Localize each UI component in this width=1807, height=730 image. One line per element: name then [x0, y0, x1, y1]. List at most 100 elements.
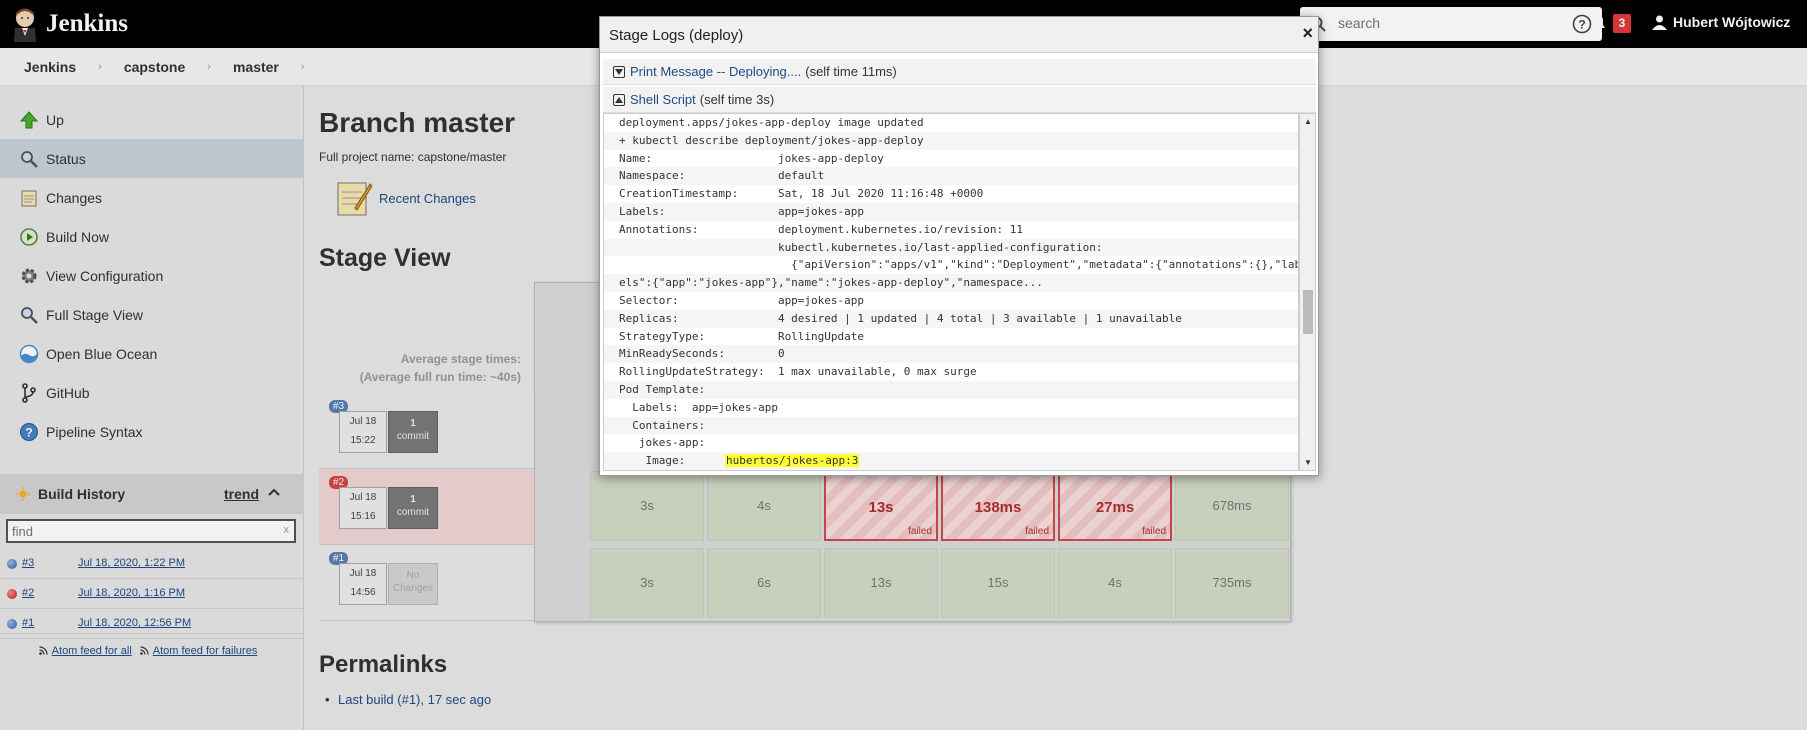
- build-date-link[interactable]: Jul 18, 2020, 1:22 PM: [78, 557, 185, 569]
- sidebar-item-label: Open Blue Ocean: [46, 345, 158, 362]
- gear-icon: [18, 265, 40, 287]
- log-step-print-message[interactable]: Print Message -- Deploying.... (self tim…: [603, 59, 1316, 85]
- stage-cell-failed[interactable]: 138ms failed: [941, 471, 1055, 541]
- log-line: Pod Template:: [604, 380, 1298, 399]
- search-icon: [18, 304, 40, 326]
- build-row-2: #2 Jul 18, 2020, 1:16 PM: [0, 579, 304, 609]
- chevron-right-icon[interactable]: ›: [301, 61, 305, 73]
- stage-cell-failed[interactable]: 27ms failed: [1058, 471, 1172, 541]
- sidebar-item-status[interactable]: Status: [0, 139, 303, 178]
- log-output[interactable]: deployment.apps/jokes-app-deploy image u…: [603, 113, 1299, 471]
- build-history-filter[interactable]: x: [6, 519, 296, 543]
- permalink-last-build[interactable]: Last build (#1), 17 sec ago: [325, 692, 491, 707]
- log-line: + kubectl describe deployment/jokes-app-…: [604, 131, 1298, 150]
- atom-feed-failures-link[interactable]: Atom feed for failures: [153, 645, 258, 657]
- collapse-icon[interactable]: [613, 93, 625, 106]
- stage-cell[interactable]: 3s: [590, 548, 704, 618]
- trend-link[interactable]: trend: [224, 486, 259, 502]
- jenkins-logo[interactable]: Jenkins: [12, 6, 128, 42]
- chevron-right-icon[interactable]: ›: [207, 61, 211, 73]
- sidebar-item-full-stage-view[interactable]: Full Stage View: [0, 295, 303, 334]
- sidebar-item-label: Changes: [46, 189, 103, 206]
- sidebar-item-open-blue-ocean[interactable]: Open Blue Ocean: [0, 334, 303, 373]
- highlighted-image-value: hubertos/jokes-app:3: [724, 454, 860, 468]
- sidebar-item-github[interactable]: GitHub: [0, 373, 303, 412]
- stage-cell[interactable]: 4s: [707, 471, 821, 541]
- search-icon: [18, 148, 40, 170]
- close-icon[interactable]: ×: [1302, 23, 1313, 44]
- run-row-2[interactable]: #2 Jul 18 15:16 1 commit: [319, 469, 534, 545]
- rss-icon: [139, 646, 149, 655]
- scroll-down-icon[interactable]: ▼: [1304, 458, 1312, 467]
- run-commits[interactable]: 1 commit: [388, 487, 438, 529]
- chevron-up-icon[interactable]: [268, 488, 280, 496]
- breadcrumb-jenkins[interactable]: Jenkins: [24, 59, 76, 75]
- help-icon[interactable]: ?: [1572, 14, 1592, 34]
- build-number-link[interactable]: #1: [22, 617, 34, 629]
- step-link[interactable]: Shell Script: [630, 92, 696, 107]
- build-number-link[interactable]: #3: [22, 557, 34, 569]
- stage-cell[interactable]: 6s: [707, 548, 821, 618]
- sidebar: Up Status Changes Build Now View Configu…: [0, 86, 304, 730]
- log-line: Annotations: deployment.kubernetes.io/re…: [619, 222, 1023, 236]
- step-link[interactable]: Print Message -- Deploying....: [630, 64, 801, 79]
- find-input[interactable]: [8, 521, 268, 542]
- log-scrollbar[interactable]: ▲ ▼: [1299, 113, 1316, 471]
- up-arrow-icon: [18, 109, 40, 131]
- stage-view-title: Stage View: [319, 244, 451, 272]
- run-commits[interactable]: No Changes: [388, 563, 438, 605]
- recent-changes-link[interactable]: Recent Changes: [379, 191, 476, 206]
- scroll-up-icon[interactable]: ▲: [1304, 117, 1312, 126]
- stage-cell[interactable]: 15s: [941, 548, 1055, 618]
- user-icon: [1652, 15, 1667, 30]
- build-row-3: #3 Jul 18, 2020, 1:22 PM: [0, 549, 304, 579]
- log-line: deployment.apps/jokes-app-deploy image u…: [619, 116, 924, 129]
- log-line: MinReadySeconds: 0: [604, 345, 1298, 364]
- full-project-name: Full project name: capstone/master: [319, 150, 507, 164]
- sidebar-item-label: Status: [46, 150, 86, 167]
- notepad-icon: [337, 182, 373, 216]
- blue-ocean-icon: [18, 343, 40, 365]
- sidebar-item-up[interactable]: Up: [0, 100, 303, 139]
- log-step-shell-script[interactable]: Shell Script (self time 3s): [603, 87, 1316, 113]
- scrollbar-thumb[interactable]: [1303, 290, 1313, 334]
- breadcrumb-capstone[interactable]: capstone: [124, 59, 185, 75]
- search-input[interactable]: [1338, 15, 1538, 31]
- expand-icon[interactable]: [613, 65, 625, 78]
- stage-cell-failed[interactable]: 13s failed: [824, 471, 938, 541]
- stage-cell[interactable]: 3s: [590, 471, 704, 541]
- run-date: Jul 18 14:56: [339, 563, 387, 605]
- bell-icon[interactable]: [1590, 14, 1606, 32]
- stage-cell[interactable]: 4s: [1058, 548, 1172, 618]
- build-date-link[interactable]: Jul 18, 2020, 12:56 PM: [78, 617, 191, 629]
- step-time: (self time 3s): [699, 92, 775, 107]
- stage-cell[interactable]: 13s: [824, 548, 938, 618]
- user-menu[interactable]: Hubert Wójtowicz: [1652, 14, 1790, 30]
- step-time: (self time 11ms): [805, 64, 897, 79]
- notification-badge[interactable]: 3: [1613, 14, 1631, 33]
- run-date: Jul 18 15:16: [339, 487, 387, 529]
- sidebar-item-build-now[interactable]: Build Now: [0, 217, 303, 256]
- sidebar-item-label: Up: [46, 111, 64, 128]
- breadcrumb-master[interactable]: master: [233, 59, 279, 75]
- atom-feed-all-link[interactable]: Atom feed for all: [52, 645, 132, 657]
- chevron-right-icon[interactable]: ›: [98, 61, 102, 73]
- search-box[interactable]: ?: [1300, 7, 1602, 41]
- recent-changes[interactable]: Recent Changes: [335, 178, 476, 218]
- rss-icon: [38, 646, 48, 655]
- log-line: Namespace: default: [604, 167, 1298, 186]
- run-row-3[interactable]: #3 Jul 18 15:22 1 commit: [319, 393, 534, 469]
- sidebar-item-view-configuration[interactable]: View Configuration: [0, 256, 303, 295]
- log-line: Labels: app=jokes-app: [604, 202, 1298, 221]
- logo-text: Jenkins: [46, 10, 128, 37]
- run-row-1[interactable]: #1 Jul 18 14:56 No Changes: [319, 545, 534, 621]
- build-number-link[interactable]: #2: [22, 587, 34, 599]
- sidebar-item-changes[interactable]: Changes: [0, 178, 303, 217]
- sidebar-item-pipeline-syntax[interactable]: ? Pipeline Syntax: [0, 412, 303, 451]
- run-commits[interactable]: 1 commit: [388, 411, 438, 453]
- stage-cell[interactable]: 735ms: [1175, 548, 1289, 618]
- build-date-link[interactable]: Jul 18, 2020, 1:16 PM: [78, 587, 185, 599]
- stage-cell[interactable]: 678ms: [1175, 471, 1289, 541]
- avg-stage-times: Average stage times:: [400, 352, 521, 366]
- clear-filter-button[interactable]: x: [284, 524, 290, 536]
